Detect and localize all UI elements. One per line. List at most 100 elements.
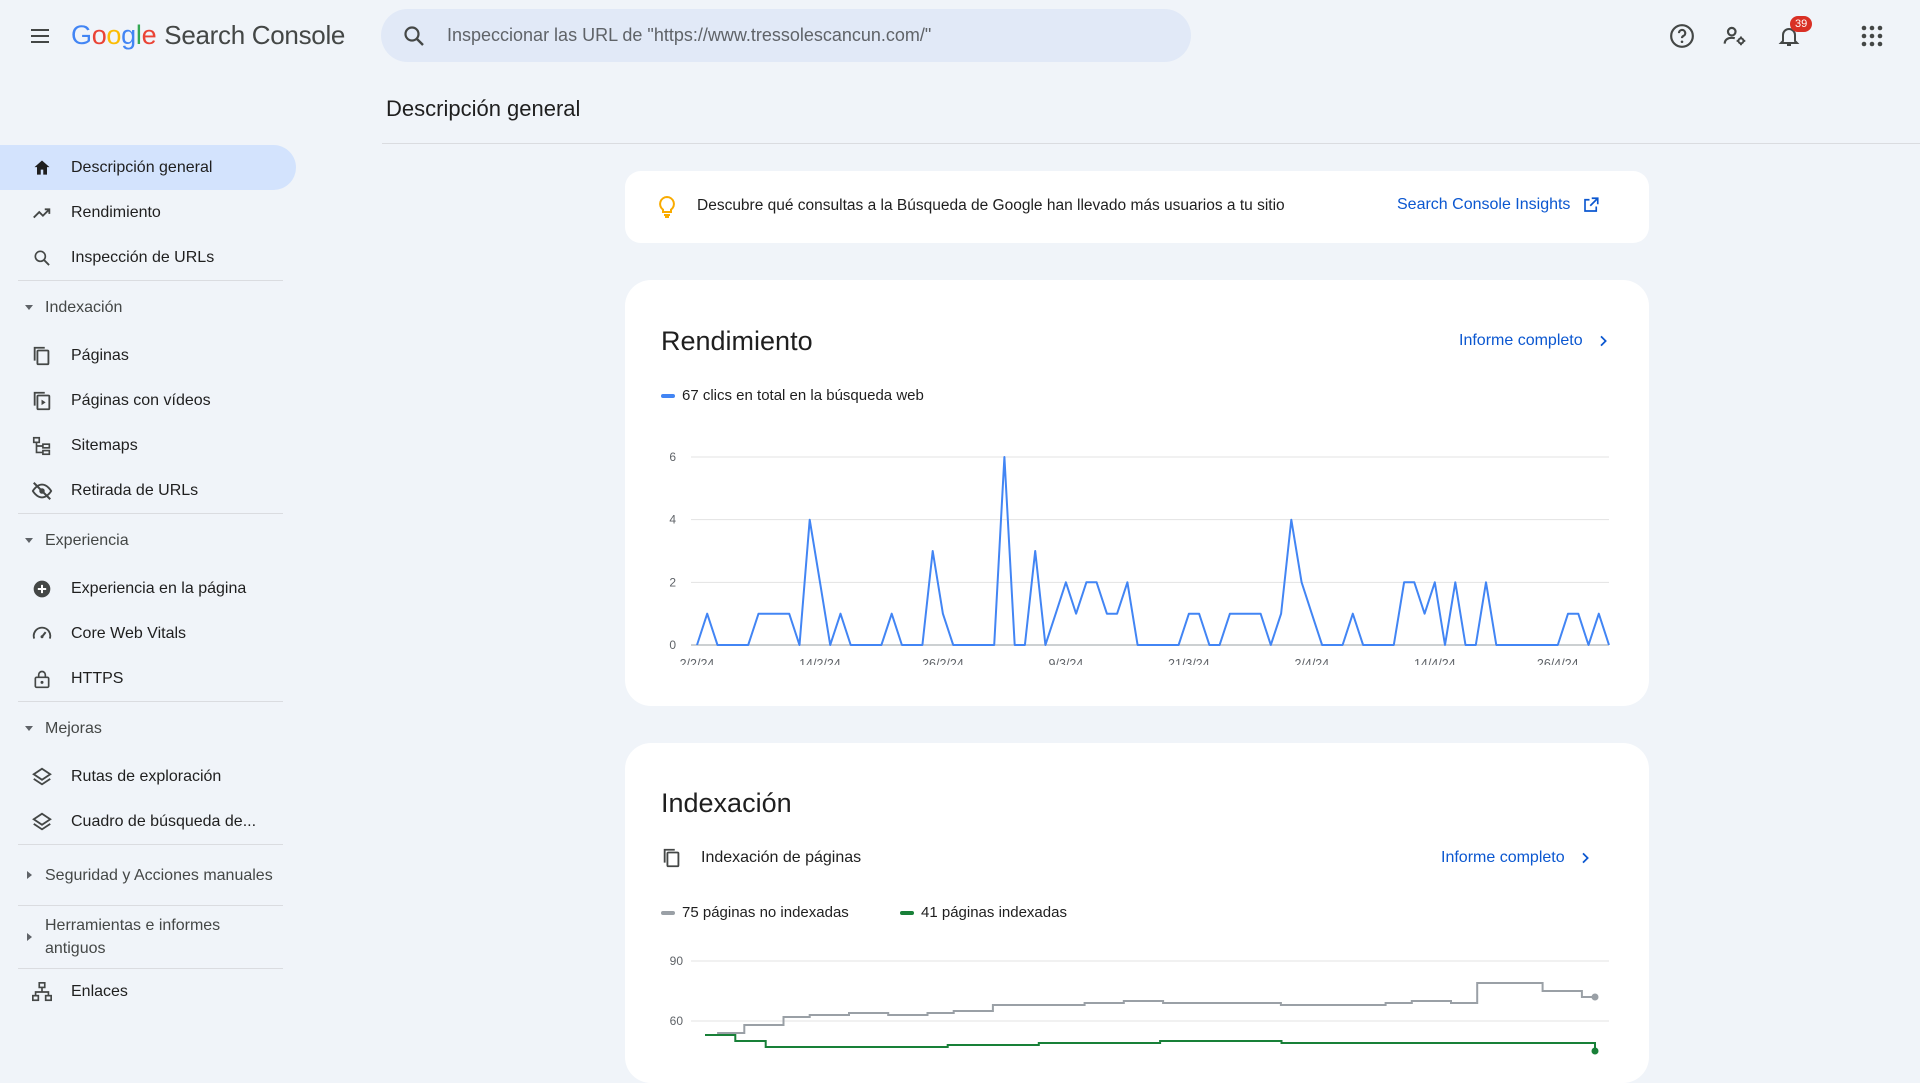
- not-indexed-legend[interactable]: 75 páginas no indexadas: [661, 904, 849, 921]
- user-settings-icon: [1723, 26, 1746, 46]
- trending-up-icon: [30, 201, 54, 225]
- sidebar-section-legacy-tools[interactable]: Herramientas e informes antiguos: [0, 906, 300, 968]
- sidebar-section-label: Indexación: [45, 298, 123, 316]
- lock-icon: [30, 667, 54, 691]
- sidebar-item-links[interactable]: Enlaces: [0, 969, 300, 1014]
- url-inspection-search[interactable]: [381, 9, 1191, 62]
- insights-link-label: Search Console Insights: [1397, 196, 1571, 213]
- sidebar-section-label: Seguridad y Acciones manuales: [45, 866, 273, 884]
- clicks-legend: 67 clics en total en la búsqueda web: [661, 387, 924, 404]
- sidebar-item-pages[interactable]: Páginas: [0, 333, 300, 378]
- sidebar-item-label: Páginas con vídeos: [71, 391, 211, 409]
- indexing-chart: 60 90: [670, 954, 1609, 1055]
- sidebar-item-sitelinks-searchbox[interactable]: Cuadro de búsqueda de...: [0, 799, 300, 844]
- sidebar-section-security[interactable]: Seguridad y Acciones manuales: [0, 845, 300, 905]
- sidebar-item-overview[interactable]: Descripción general: [0, 145, 296, 190]
- settings-users-button[interactable]: [1719, 20, 1751, 52]
- x-tick-label: 26/4/24: [1537, 657, 1579, 665]
- logo-letter: o: [106, 20, 122, 50]
- top-bar: Google Search Console 39: [0, 0, 1920, 72]
- insights-text: Descubre qué consultas a la Búsqueda de …: [697, 197, 1285, 214]
- sidebar-item-sitemaps[interactable]: Sitemaps: [0, 423, 300, 468]
- sidebar-item-page-experience[interactable]: Experiencia en la página: [0, 566, 300, 611]
- sidebar-section-label: Experiencia: [45, 531, 129, 549]
- caret-down-icon: [24, 302, 34, 312]
- sidebar-item-label: Core Web Vitals: [71, 624, 187, 642]
- help-button[interactable]: [1666, 20, 1698, 52]
- google-apps-button[interactable]: [1856, 20, 1888, 52]
- sidebar-section-label: Mejoras: [45, 719, 102, 737]
- logo-letter: G: [71, 20, 92, 50]
- sidebar-item-core-web-vitals[interactable]: Core Web Vitals: [0, 611, 300, 656]
- layers-icon: [30, 765, 54, 789]
- links-tree-icon: [30, 980, 54, 1004]
- title-divider: [382, 143, 1920, 144]
- sidebar-item-label: Experiencia en la página: [71, 579, 247, 597]
- open-in-new-icon: [1584, 197, 1600, 212]
- legacy-tools-line-2: antiguos: [45, 940, 106, 957]
- page-title: Descripción general: [386, 96, 581, 121]
- chevron-right-icon: [1581, 852, 1589, 864]
- x-tick-label: 21/3/24: [1168, 657, 1210, 665]
- caret-down-icon: [24, 723, 34, 733]
- y-tick-label: 6: [669, 450, 676, 464]
- legend-swatch: [661, 393, 675, 398]
- performance-title: Rendimiento: [661, 326, 813, 356]
- pages-icon: [661, 847, 683, 874]
- main-menu-button[interactable]: [22, 20, 58, 52]
- sidebar-item-label: Sitemaps: [71, 436, 138, 454]
- full-report-label: Informe completo: [1459, 332, 1583, 349]
- indexing-full-report-link[interactable]: Informe completo: [1441, 849, 1593, 867]
- legend-label: 67 clics en total en la búsqueda web: [682, 387, 924, 404]
- search-icon[interactable]: [401, 23, 427, 49]
- notifications-button[interactable]: 39: [1773, 16, 1813, 52]
- sidebar: Descripción general Rendimiento Inspecci…: [0, 145, 300, 1014]
- legend-swatch: [661, 910, 675, 915]
- caret-right-icon: [24, 870, 34, 880]
- sidebar-section-enhancements[interactable]: Mejoras: [0, 702, 300, 754]
- sidebar-item-performance[interactable]: Rendimiento: [0, 190, 300, 235]
- url-inspection-input[interactable]: [445, 24, 1149, 47]
- apps-grid-icon: [1861, 25, 1883, 47]
- insights-banner: Descubre qué consultas a la Búsqueda de …: [625, 171, 1649, 243]
- legend-label: 41 páginas indexadas: [921, 904, 1067, 921]
- sidebar-section-indexing[interactable]: Indexación: [0, 281, 300, 333]
- x-tick-label: 26/2/24: [922, 657, 964, 665]
- x-tick-label: 2/2/24: [680, 657, 715, 665]
- sidebar-item-breadcrumbs[interactable]: Rutas de exploración: [0, 754, 300, 799]
- sidebar-item-label: Inspección de URLs: [71, 248, 215, 266]
- pages-icon: [30, 344, 54, 368]
- full-report-label: Informe completo: [1441, 849, 1565, 866]
- sidebar-section-experience[interactable]: Experiencia: [0, 514, 300, 566]
- logo-letter: e: [141, 20, 157, 50]
- sidebar-item-label: HTTPS: [71, 669, 124, 687]
- sidebar-item-https[interactable]: HTTPS: [0, 656, 300, 701]
- x-tick-label: 14/4/24: [1414, 657, 1456, 665]
- legacy-tools-line-1: Herramientas e informes: [45, 917, 221, 934]
- clicks-series-line: [696, 456, 1610, 646]
- lightbulb-icon: [655, 195, 679, 219]
- y-tick-label: 2: [669, 575, 676, 589]
- sidebar-section-label: Herramientas e informes antiguos: [45, 914, 220, 960]
- indexing-card: Indexación Indexación de páginas Informe…: [625, 743, 1649, 1083]
- plus-circle-icon: [30, 577, 54, 601]
- sidebar-item-url-inspection[interactable]: Inspección de URLs: [0, 235, 300, 280]
- logo-letter: o: [91, 20, 107, 50]
- sidebar-item-video-pages[interactable]: Páginas con vídeos: [0, 378, 300, 423]
- sidebar-item-removals[interactable]: Retirada de URLs: [0, 468, 300, 513]
- search-console-logo[interactable]: Google Search Console: [71, 20, 345, 51]
- y-tick-label: 4: [669, 513, 676, 527]
- indexing-title: Indexación: [661, 788, 792, 818]
- x-tick-label: 14/2/24: [799, 657, 841, 665]
- notifications-badge: 39: [1790, 16, 1813, 32]
- home-icon: [30, 156, 54, 180]
- series-end-point: [1591, 993, 1599, 1001]
- sidebar-item-label: Descripción general: [71, 158, 213, 176]
- search-console-insights-link[interactable]: Search Console Insights: [1397, 196, 1600, 214]
- performance-full-report-link[interactable]: Informe completo: [1459, 332, 1611, 350]
- sidebar-item-label: Enlaces: [71, 982, 128, 1000]
- sitemap-icon: [30, 434, 54, 458]
- legend-label: 75 páginas no indexadas: [682, 904, 849, 921]
- x-tick-label: 9/3/24: [1049, 657, 1084, 665]
- indexed-legend[interactable]: 41 páginas indexadas: [900, 904, 1067, 921]
